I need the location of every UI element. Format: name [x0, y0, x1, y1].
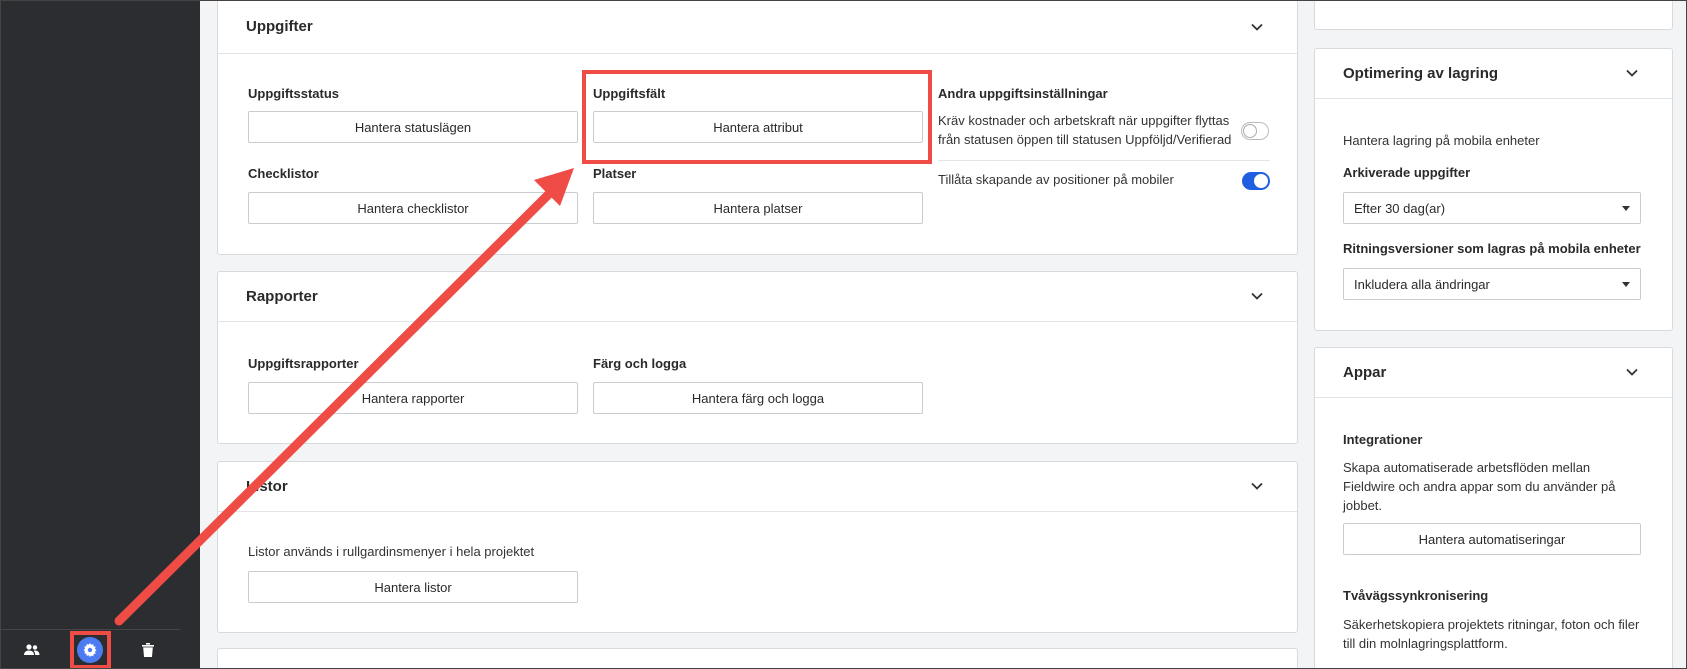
chevron-down-icon[interactable] [1251, 290, 1263, 302]
right-top-card-partial [1314, 0, 1673, 30]
integrations-line3: jobbet. [1343, 498, 1383, 513]
settings-button[interactable] [76, 636, 104, 664]
task-reports-label: Uppgiftsrapporter [248, 356, 359, 371]
lists-card: Listor Listor används i rullgardinsmenye… [217, 461, 1298, 633]
integrations-label: Integrationer [1343, 432, 1423, 447]
tasks-card: Uppgifter Uppgiftsstatus Hantera statusl… [217, 0, 1298, 255]
manage-statuses-button[interactable]: Hantera statuslägen [248, 111, 578, 143]
reports-card-title: Rapporter [246, 288, 318, 305]
task-fields-label: Uppgiftsfält [593, 86, 666, 101]
two-way-sync-line2: till din molnlagringsplattform. [1343, 636, 1508, 651]
manage-color-logo-button[interactable]: Hantera färg och logga [593, 382, 923, 414]
lists-card-title: Listor [246, 478, 288, 495]
apps-card-title: Appar [1343, 364, 1387, 381]
lists-card-header[interactable]: Listor [218, 462, 1297, 512]
left-sidebar [0, 0, 200, 669]
chevron-down-icon[interactable] [1251, 480, 1263, 492]
locations-label: Platser [593, 166, 637, 181]
archived-tasks-label: Arkiverade uppgifter [1343, 165, 1471, 180]
manage-reports-button[interactable]: Hantera rapporter [248, 382, 578, 414]
reports-card-header[interactable]: Rapporter [218, 272, 1297, 322]
manage-locations-button[interactable]: Hantera platser [593, 192, 923, 224]
manage-automations-button[interactable]: Hantera automatiseringar [1343, 523, 1641, 555]
manage-checklists-button[interactable]: Hantera checklistor [248, 192, 578, 224]
storage-description: Hantera lagring på mobila enheter [1343, 133, 1540, 148]
trash-icon[interactable] [134, 636, 162, 664]
drawing-versions-label: Ritningsversioner som lagras på mobila e… [1343, 241, 1641, 256]
chevron-down-icon[interactable] [1626, 67, 1638, 79]
settings-divider [938, 160, 1270, 161]
other-settings-label: Andra uppgiftsinställningar [938, 86, 1108, 101]
task-status-label: Uppgiftsstatus [248, 86, 339, 101]
allow-positions-toggle[interactable] [1242, 172, 1270, 190]
apps-card-header[interactable]: Appar [1315, 348, 1672, 398]
integrations-line2: Fieldwire och andra appar som du använde… [1343, 479, 1616, 494]
drawing-versions-select[interactable]: Inkludera alla ändringar [1343, 268, 1641, 300]
two-way-sync-line1: Säkerhetskopiera projektets ritningar, f… [1343, 617, 1640, 632]
manage-lists-button[interactable]: Hantera listor [248, 571, 578, 603]
checklists-label: Checklistor [248, 166, 319, 181]
chevron-down-icon[interactable] [1626, 366, 1638, 378]
require-costs-line2: från statusen öppen till statusen Uppföl… [938, 132, 1232, 147]
two-way-sync-label: Tvåvägssynkronisering [1343, 588, 1489, 603]
chevron-down-icon[interactable] [1251, 21, 1263, 33]
manage-attributes-button[interactable]: Hantera attribut [593, 111, 923, 143]
archived-tasks-value: Efter 30 dag(ar) [1354, 200, 1446, 216]
apps-card: Appar Integrationer Skapa automatiserade… [1314, 347, 1673, 669]
next-card-partial [217, 648, 1298, 669]
tasks-card-title: Uppgifter [246, 18, 313, 35]
require-costs-toggle[interactable] [1241, 122, 1269, 140]
storage-card: Optimering av lagring Hantera lagring på… [1314, 48, 1673, 331]
allow-positions-text: Tillåta skapande av positioner på mobile… [938, 172, 1174, 187]
archived-tasks-select[interactable]: Efter 30 dag(ar) [1343, 192, 1641, 224]
reports-card: Rapporter Uppgiftsrapporter Hantera rapp… [217, 271, 1298, 444]
integrations-line1: Skapa automatiserade arbetsflöden mellan [1343, 460, 1591, 475]
gear-icon [77, 637, 103, 663]
storage-card-header[interactable]: Optimering av lagring [1315, 49, 1672, 99]
sidebar-bottom-bar [0, 629, 180, 669]
drawing-versions-value: Inkludera alla ändringar [1354, 276, 1490, 292]
require-costs-line1: Kräv kostnader och arbetskraft när uppgi… [938, 113, 1230, 128]
color-logo-label: Färg och logga [593, 356, 687, 371]
storage-card-title: Optimering av lagring [1343, 65, 1499, 82]
caret-down-icon [1622, 206, 1630, 211]
tasks-card-header[interactable]: Uppgifter [218, 0, 1297, 54]
caret-down-icon [1622, 282, 1630, 287]
people-icon[interactable] [18, 636, 46, 664]
lists-description: Listor används i rullgardinsmenyer i hel… [248, 544, 535, 559]
